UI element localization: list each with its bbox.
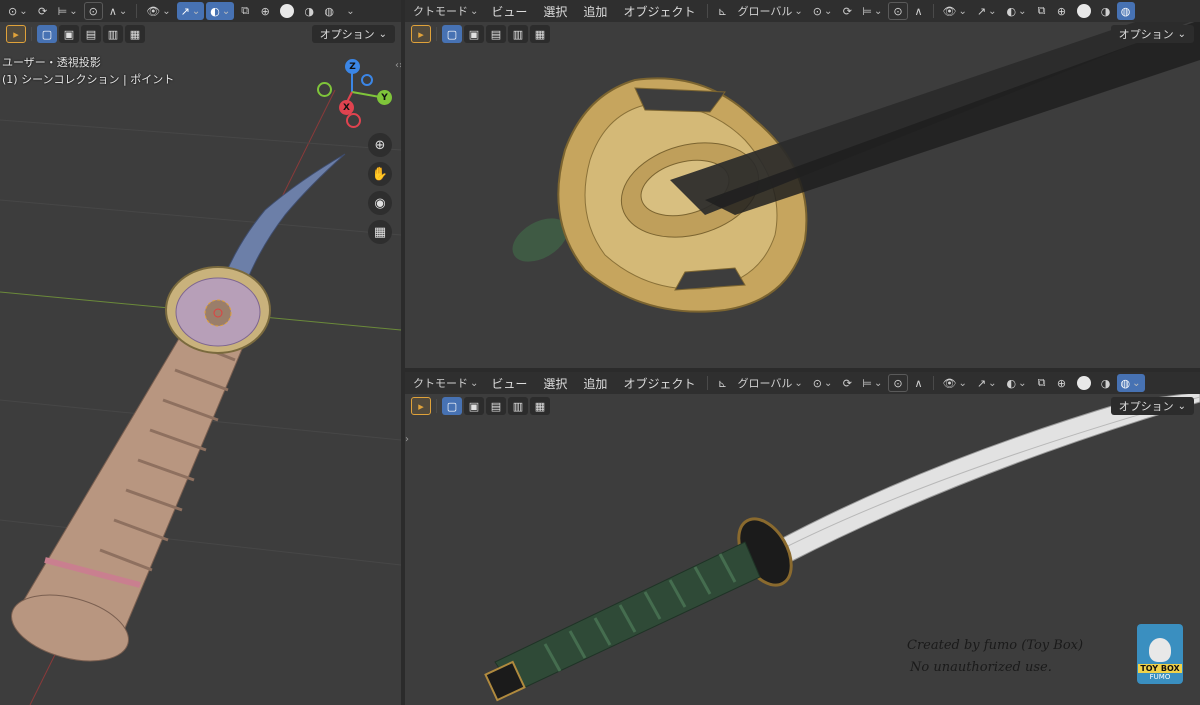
zoom-icon[interactable]: ⊕	[368, 133, 392, 157]
shading-rendered-icon[interactable]: ◍	[1116, 2, 1135, 20]
gizmo-y-axis[interactable]: Y	[377, 90, 392, 105]
sidebar-toggle-icon[interactable]: ‹›	[395, 60, 401, 74]
menu-view[interactable]: ビュー	[484, 3, 534, 20]
gizmo-neg-z-axis[interactable]	[361, 74, 373, 86]
top-right-scene	[512, 0, 1200, 313]
shading-solid-icon[interactable]	[1073, 374, 1095, 392]
select-subtract-mode-icon[interactable]: ▤	[486, 25, 506, 43]
viewport-bottom-right[interactable]: ▸ ▢ ▣ ▤ ▥ ▦ オプション › Created by fumo (Toy…	[405, 372, 1200, 705]
mode-selector[interactable]: クトモード	[409, 374, 482, 392]
select-extend-mode-icon[interactable]: ▣	[464, 25, 484, 43]
shading-options-icon[interactable]	[340, 2, 358, 20]
bottom-right-options-dropdown[interactable]: オプション	[1110, 397, 1194, 415]
shading-rendered-icon[interactable]: ◍	[1116, 374, 1145, 392]
shading-material-icon[interactable]: ◑	[1097, 374, 1115, 392]
menu-add[interactable]: 追加	[576, 3, 614, 20]
proportional-edit-icon[interactable]: ⊙	[888, 2, 908, 20]
bottom-right-scene	[484, 391, 1200, 702]
pan-hand-icon[interactable]: ✋	[368, 162, 392, 186]
snap-target-icon[interactable]: ⊨	[858, 374, 886, 392]
proportional-edit-icon[interactable]: ⊙	[888, 374, 908, 392]
rabbit-icon	[1149, 638, 1171, 662]
shading-solid-icon[interactable]	[276, 2, 298, 20]
transform-orientation-icon[interactable]: ⊾	[713, 374, 731, 392]
transform-orientation-dropdown[interactable]: グローバル	[733, 2, 806, 20]
visibility-eye-icon[interactable]: 👁	[939, 374, 971, 392]
shading-material-icon[interactable]: ◑	[1097, 2, 1115, 20]
xray-toggle-icon[interactable]: ⧉	[236, 2, 254, 20]
top-right-viewport-header: クトモード ビュー 選択 追加 オブジェクト ⊾ グローバル ⊙ ⟳ ⊨ ⊙ ∧…	[405, 0, 1200, 22]
gizmo-z-axis[interactable]: Z	[345, 59, 360, 74]
left-viewport-header: ⊙ ⟳ ⊨ ⊙ ∧ 👁 ↗ ◐ ⧉ ⊕ ◑ ◍	[0, 0, 401, 22]
credit-line-2: No unauthorized use.	[910, 660, 1052, 675]
pivot-point-icon[interactable]: ⊙	[809, 2, 837, 20]
snap-icon[interactable]: ⟳	[34, 2, 52, 20]
visibility-eye-icon[interactable]: 👁	[939, 2, 971, 20]
falloff-icon[interactable]: ∧	[910, 374, 928, 392]
pivot-point-icon[interactable]: ⊙	[809, 374, 837, 392]
snap-icon[interactable]: ⟳	[838, 374, 856, 392]
logo-text-bottom: FUMO	[1149, 673, 1171, 681]
credit-line-1: Created by fumo (Toy Box)	[907, 638, 1084, 653]
transform-orientation-dropdown[interactable]: グローバル	[733, 374, 806, 392]
snap-icon[interactable]: ⟳	[838, 2, 856, 20]
select-subtract-mode-icon[interactable]: ▤	[486, 397, 506, 415]
gizmo-neg-y-axis[interactable]	[317, 82, 332, 97]
select-intersect-mode-icon[interactable]: ▦	[530, 25, 550, 43]
overlay-toggle-icon[interactable]: ◐	[1003, 2, 1031, 20]
top-right-options-dropdown[interactable]: オプション	[1110, 25, 1194, 43]
top-right-toolbar: ▸ ▢ ▣ ▤ ▥ ▦	[411, 25, 550, 43]
camera-view-icon[interactable]: ◉	[368, 191, 392, 215]
transform-orientation-icon[interactable]: ⊾	[713, 2, 731, 20]
ortho-grid-icon[interactable]: ▦	[368, 220, 392, 244]
shading-material-icon[interactable]: ◑	[300, 2, 318, 20]
select-invert-mode-icon[interactable]: ▥	[508, 25, 528, 43]
select-new-mode-icon[interactable]: ▢	[442, 397, 462, 415]
gizmo-toggle-icon[interactable]: ↗	[176, 2, 205, 20]
gizmo-neg-x-axis[interactable]	[346, 113, 361, 128]
menu-select[interactable]: 選択	[536, 3, 574, 20]
pivot-point-icon[interactable]: ⊙	[4, 2, 32, 20]
menu-select[interactable]: 選択	[536, 375, 574, 392]
gizmo-toggle-icon[interactable]: ↗	[973, 374, 1001, 392]
shading-solid-icon[interactable]	[1073, 2, 1095, 20]
falloff-icon[interactable]: ∧	[105, 2, 131, 20]
select-new-mode-icon[interactable]: ▢	[442, 25, 462, 43]
visibility-eye-icon[interactable]: 👁	[142, 2, 174, 20]
toybox-logo: TOY BOX FUMO	[1137, 624, 1183, 684]
select-tool-icon[interactable]: ▸	[411, 397, 431, 415]
viewport-left[interactable]: ▸ ▢ ▣ ▤ ▥ ▦ オプション ユーザー・透視投影 (1) シーンコレクショ…	[0, 0, 401, 705]
xray-toggle-icon[interactable]: ⧉	[1033, 374, 1051, 392]
shading-wireframe-icon[interactable]: ⊕	[1053, 374, 1071, 392]
menu-add[interactable]: 追加	[576, 375, 614, 392]
menu-object[interactable]: オブジェクト	[616, 375, 702, 392]
xray-toggle-icon[interactable]: ⧉	[1033, 2, 1051, 20]
shading-rendered-icon[interactable]: ◍	[320, 2, 338, 20]
shading-wireframe-icon[interactable]: ⊕	[1053, 2, 1071, 20]
mode-selector[interactable]: クトモード	[409, 2, 482, 20]
falloff-icon[interactable]: ∧	[910, 2, 928, 20]
menu-object[interactable]: オブジェクト	[616, 3, 702, 20]
overlay-toggle-icon[interactable]: ◐	[1003, 374, 1031, 392]
viewport-top-right[interactable]: ▸ ▢ ▣ ▤ ▥ ▦ オプション クトモード ビュー 選択 追加 オブジェクト…	[405, 0, 1200, 368]
menu-view[interactable]: ビュー	[484, 375, 534, 392]
sidebar-toggle-icon[interactable]: ›	[405, 434, 415, 448]
bottom-right-viewport-header: クトモード ビュー 選択 追加 オブジェクト ⊾ グローバル ⊙ ⟳ ⊨ ⊙ ∧…	[405, 372, 1200, 394]
logo-text-top: TOY BOX	[1138, 664, 1182, 673]
overlay-toggle-icon[interactable]: ◐	[206, 2, 235, 20]
snap-target-icon[interactable]: ⊨	[858, 2, 886, 20]
select-extend-mode-icon[interactable]: ▣	[464, 397, 484, 415]
snap-target-icon[interactable]: ⊨	[54, 2, 82, 20]
proportional-edit-icon[interactable]: ⊙	[83, 2, 103, 20]
select-intersect-mode-icon[interactable]: ▦	[530, 397, 550, 415]
select-tool-icon[interactable]: ▸	[411, 25, 431, 43]
select-invert-mode-icon[interactable]: ▥	[508, 397, 528, 415]
bottom-right-toolbar: ▸ ▢ ▣ ▤ ▥ ▦	[411, 397, 550, 415]
gizmo-toggle-icon[interactable]: ↗	[973, 2, 1001, 20]
shading-wireframe-icon[interactable]: ⊕	[256, 2, 274, 20]
